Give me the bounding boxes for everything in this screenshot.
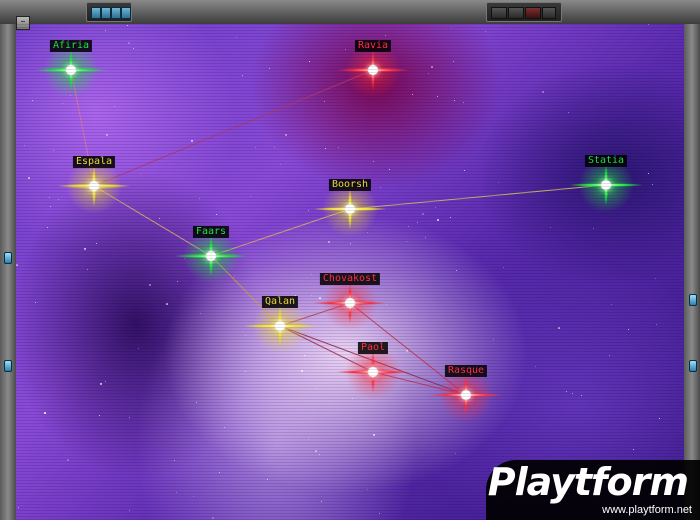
- map-grid-button[interactable]: [86, 2, 132, 22]
- star-core: [345, 298, 355, 308]
- rivet-icon: [4, 252, 12, 264]
- star-label-paol[interactable]: Paol: [357, 342, 389, 354]
- star-core: [275, 321, 285, 331]
- rivet-icon: [4, 360, 12, 372]
- grid-cell-icon: [121, 7, 131, 19]
- minimize-button[interactable]: –: [16, 16, 30, 30]
- galaxy-map-viewport[interactable]: Afiria Ravia Espala Boorsh Statia Faars Chovak…: [16, 24, 684, 520]
- star-core: [206, 251, 216, 261]
- star-core: [461, 390, 471, 400]
- star-core: [66, 65, 76, 75]
- watermark-logo: Playtform: [487, 460, 689, 504]
- status-cell-icon: [542, 7, 556, 19]
- star-core: [345, 204, 355, 214]
- star-label-espala[interactable]: Espala: [72, 156, 116, 168]
- star-label-boorsh[interactable]: Boorsh: [328, 179, 372, 191]
- route-espala-ravia: [93, 69, 374, 187]
- star-core: [368, 65, 378, 75]
- star-core: [89, 181, 99, 191]
- grid-cell-icon: [91, 7, 101, 19]
- left-frame-rail: [0, 24, 16, 520]
- star-core: [368, 367, 378, 377]
- star-label-rasque[interactable]: Rasque: [444, 365, 488, 377]
- watermark-url: www.playtform.net: [602, 504, 692, 516]
- status-cell-icon: [491, 7, 507, 19]
- top-toolbar: [0, 0, 700, 25]
- rivet-icon: [689, 294, 697, 306]
- grid-cell-icon: [101, 7, 111, 19]
- playtform-watermark: Playtform www.playtform.net: [486, 460, 700, 520]
- star-label-qalan[interactable]: Qalan: [261, 296, 299, 308]
- star-label-ravia[interactable]: Ravia: [354, 40, 392, 52]
- status-cell-icon: [525, 7, 541, 19]
- game-window-frame: – Afiria Ravia Espala Boorsh Statia Faars Chov…: [0, 0, 700, 520]
- rivet-icon: [689, 360, 697, 372]
- route-boorsh-statia: [349, 184, 607, 210]
- route-lines: [70, 69, 607, 396]
- status-cell-icon: [508, 7, 524, 19]
- star-label-chovakost[interactable]: Chovakost: [319, 273, 381, 285]
- star-label-statia[interactable]: Statia: [584, 155, 628, 167]
- grid-cell-icon: [111, 7, 121, 19]
- star-label-faars[interactable]: Faars: [192, 226, 230, 238]
- right-frame-rail: [684, 24, 700, 520]
- star-label-afiria[interactable]: Afiria: [49, 40, 93, 52]
- star-core: [601, 180, 611, 190]
- status-panel[interactable]: [486, 2, 562, 22]
